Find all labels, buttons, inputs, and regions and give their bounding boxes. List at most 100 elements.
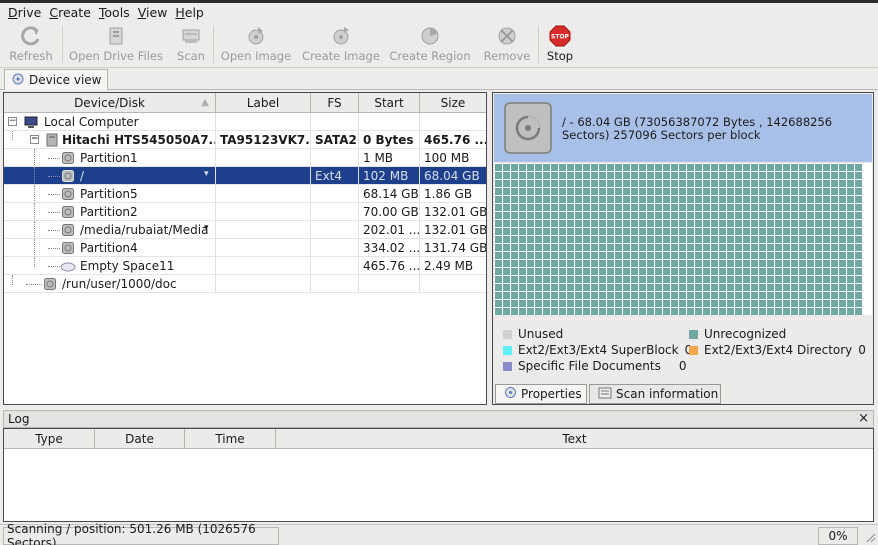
close-icon[interactable]: ×	[858, 411, 869, 426]
tree-row[interactable]: /media/rubaiat/Media ▾ 202.01 ... 132.01…	[4, 221, 486, 239]
block-cell	[519, 260, 526, 267]
block-cell	[623, 212, 630, 219]
tab-properties[interactable]: Properties	[495, 384, 587, 404]
remove-button[interactable]: Remove	[476, 22, 538, 67]
open-image-button[interactable]: Open Image	[214, 22, 298, 67]
block-cell	[759, 204, 766, 211]
log-column-date[interactable]: Date	[95, 429, 185, 448]
block-cell	[679, 284, 686, 291]
block-cell	[615, 300, 622, 307]
block-cell	[527, 228, 534, 235]
block-cell	[687, 308, 694, 315]
dropdown-arrow-icon[interactable]: ▾	[204, 169, 209, 179]
block-cell	[655, 212, 662, 219]
block-cell	[727, 220, 734, 227]
block-cell	[543, 228, 550, 235]
block-cell	[583, 164, 590, 171]
block-cell	[767, 292, 774, 299]
block-cell	[783, 244, 790, 251]
log-column-time[interactable]: Time	[185, 429, 276, 448]
block-cell	[703, 212, 710, 219]
create-region-button[interactable]: Create Region	[384, 22, 476, 67]
block-cell	[759, 164, 766, 171]
block-cell	[639, 164, 646, 171]
column-header-label[interactable]: Label	[216, 93, 311, 112]
block-cell	[655, 220, 662, 227]
block-cell	[567, 220, 574, 227]
block-cell	[527, 188, 534, 195]
block-cell	[511, 196, 518, 203]
stop-button[interactable]: STOP Stop	[539, 22, 581, 67]
block-cell	[799, 220, 806, 227]
tree-row[interactable]: /run/user/1000/doc	[4, 275, 486, 293]
block-cell	[767, 300, 774, 307]
block-cell	[823, 180, 830, 187]
column-header-device[interactable]: Device/Disk ▲	[4, 93, 216, 112]
block-cell	[527, 276, 534, 283]
block-cell	[639, 252, 646, 259]
block-cell	[567, 260, 574, 267]
block-cell	[847, 196, 854, 203]
block-cell	[807, 212, 814, 219]
block-cell	[823, 196, 830, 203]
tree-row[interactable]: − Local Computer	[4, 113, 486, 131]
tree-row[interactable]: − Hitachi HTS545050A7... TA95123VK7... S…	[4, 131, 486, 149]
menu-drive[interactable]: Drive	[4, 5, 45, 20]
block-cell	[719, 164, 726, 171]
menu-view[interactable]: View	[134, 5, 172, 20]
log-column-text[interactable]: Text	[276, 429, 873, 448]
disk-icon	[504, 102, 552, 154]
menu-tools[interactable]: Tools	[95, 5, 134, 20]
menu-create[interactable]: Create	[45, 5, 95, 20]
block-cell	[743, 292, 750, 299]
block-cell	[687, 220, 694, 227]
collapse-toggle[interactable]: −	[30, 135, 39, 144]
block-cell	[519, 300, 526, 307]
block-cell	[583, 204, 590, 211]
tree-row[interactable]: Partition2 70.00 GB 132.01 GB	[4, 203, 486, 221]
block-cell	[607, 236, 614, 243]
open-drive-files-button[interactable]: Open Drive Files	[63, 22, 169, 67]
block-cell	[631, 188, 638, 195]
block-cell	[551, 260, 558, 267]
block-map-grid[interactable]	[494, 163, 872, 315]
tree-row[interactable]: Partition5 68.14 GB 1.86 GB	[4, 185, 486, 203]
block-cell	[847, 236, 854, 243]
block-cell	[519, 172, 526, 179]
block-cell	[823, 308, 830, 315]
scan-button[interactable]: Scan	[169, 22, 213, 67]
block-cell	[759, 188, 766, 195]
block-cell	[751, 188, 758, 195]
tab-scan-information[interactable]: Scan information	[589, 384, 721, 404]
menu-help[interactable]: Help	[171, 5, 208, 20]
column-header-size[interactable]: Size	[420, 93, 486, 112]
block-cell	[735, 172, 742, 179]
tree-row[interactable]: Empty Space11 465.76 ... 2.49 MB	[4, 257, 486, 275]
block-cell	[583, 300, 590, 307]
create-image-button[interactable]: Create Image	[298, 22, 384, 67]
block-cell	[671, 220, 678, 227]
block-cell	[663, 188, 670, 195]
block-cell	[759, 300, 766, 307]
block-cell	[607, 228, 614, 235]
tree-row[interactable]: Partition1 1 MB 100 MB	[4, 149, 486, 167]
block-cell	[783, 164, 790, 171]
block-cell	[511, 220, 518, 227]
collapse-toggle[interactable]: −	[8, 117, 17, 126]
log-column-type[interactable]: Type	[4, 429, 95, 448]
block-cell	[687, 236, 694, 243]
refresh-button[interactable]: Refresh	[0, 22, 62, 67]
block-cell	[759, 220, 766, 227]
dropdown-arrow-icon[interactable]: ▾	[204, 223, 209, 233]
column-header-start[interactable]: Start	[359, 93, 420, 112]
block-cell	[623, 164, 630, 171]
resize-grip-icon[interactable]	[864, 531, 876, 543]
tab-device-view[interactable]: Device view	[4, 69, 108, 90]
block-cell	[783, 268, 790, 275]
block-cell	[695, 188, 702, 195]
tree-row-selected[interactable]: / ▾ Ext4 102 MB 68.04 GB	[4, 167, 486, 185]
column-header-fs[interactable]: FS	[311, 93, 359, 112]
block-cell	[847, 228, 854, 235]
tree-row[interactable]: Partition4 334.02 ... 131.74 GB	[4, 239, 486, 257]
block-cell	[639, 276, 646, 283]
